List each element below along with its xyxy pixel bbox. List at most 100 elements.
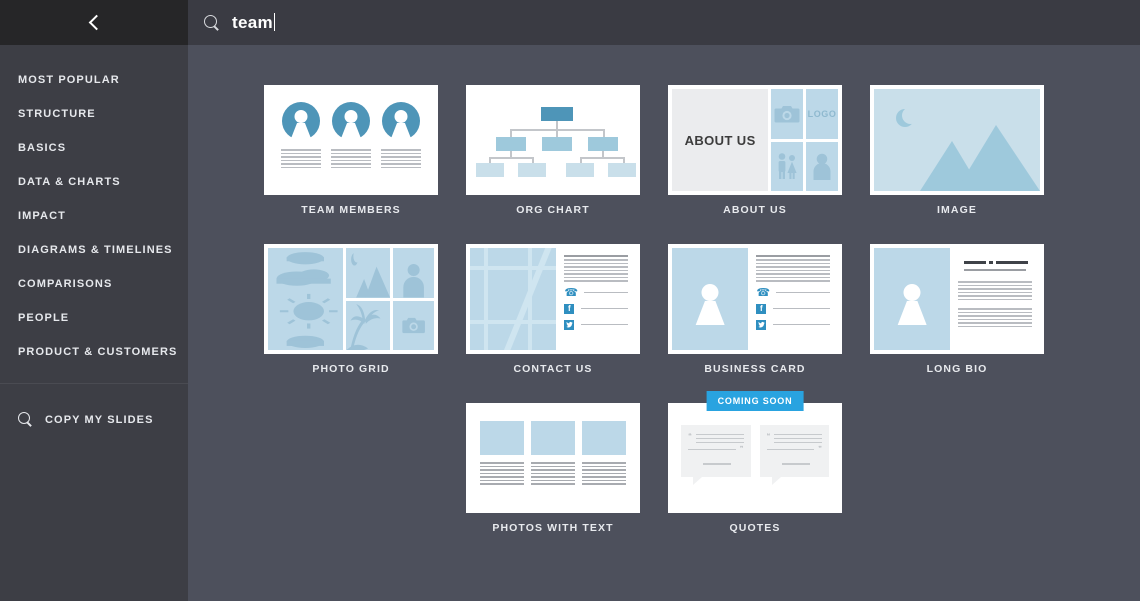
copy-my-slides-button[interactable]: COPY MY SLIDES <box>0 384 188 427</box>
text-lines <box>695 433 744 444</box>
template-card-contact-us[interactable]: ☎ f CONTACT US <box>466 244 640 375</box>
contact-row-twitter <box>564 319 628 330</box>
sidebar-item-diagrams-and-timelines[interactable]: DIAGRAMS & TIMELINES <box>0 233 188 267</box>
card-thumbnail[interactable] <box>264 85 438 195</box>
org-node-mid <box>496 137 526 151</box>
photo-cell-person <box>392 248 434 298</box>
card-thumbnail[interactable] <box>870 244 1044 354</box>
sidebar-item-most-popular[interactable]: MOST POPULAR <box>0 63 188 97</box>
quote-close-icon: ❞ <box>739 446 744 454</box>
text-lines <box>531 462 575 485</box>
bubble-tail <box>771 477 781 486</box>
text-lines <box>781 463 810 465</box>
text-lines <box>331 149 371 168</box>
sidebar-nav-list: MOST POPULAR STRUCTURE BASICS DATA & CHA… <box>0 45 188 369</box>
template-card-image[interactable]: IMAGE <box>870 85 1044 216</box>
quote-close-icon: ❞ <box>818 446 822 454</box>
template-card-team-members[interactable]: TEAM MEMBERS <box>264 85 438 216</box>
sidebar-item-basics[interactable]: BASICS <box>0 131 188 165</box>
team-members-illustration <box>268 89 434 191</box>
org-node-mid <box>588 137 618 151</box>
card-thumbnail[interactable] <box>870 85 1044 195</box>
avatar-icon <box>688 459 698 471</box>
card-thumbnail[interactable]: ☎ f <box>466 244 640 354</box>
map-pin-icon <box>498 284 516 308</box>
org-node-leaf <box>476 163 504 177</box>
business-info-panel: ☎ f <box>748 248 838 350</box>
quote-bubble: ❝ ❞ <box>681 425 751 509</box>
card-thumbnail[interactable] <box>466 403 640 513</box>
template-card-business-card[interactable]: ☎ f BUSINESS CARD <box>668 244 842 375</box>
sidebar-item-structure[interactable]: STRUCTURE <box>0 97 188 131</box>
logo-placeholder: LOGO <box>806 89 838 139</box>
card-label: LONG BIO <box>926 363 988 375</box>
sidebar-item-comparisons[interactable]: COMPARISONS <box>0 267 188 301</box>
template-card-long-bio[interactable]: LONG BIO <box>870 244 1044 375</box>
template-card-photos-with-text[interactable]: PHOTOS WITH TEXT <box>466 403 640 534</box>
sidebar-item-product-and-customers[interactable]: PRODUCT & CUSTOMERS <box>0 335 188 369</box>
facebook-icon: f <box>756 303 767 314</box>
template-gallery: TEAM MEMBERS ORG CHART ABOUT US LOGO ABO… <box>188 45 1140 601</box>
text-lines <box>582 462 626 485</box>
sidebar-item-impact[interactable]: IMPACT <box>0 199 188 233</box>
avatar-panel <box>874 248 951 350</box>
template-grid: TEAM MEMBERS ORG CHART ABOUT US LOGO ABO… <box>264 85 1064 534</box>
text-lines <box>958 308 1032 327</box>
search-input[interactable]: team <box>232 12 276 33</box>
sidebar-item-data-and-charts[interactable]: DATA & CHARTS <box>0 165 188 199</box>
card-thumbnail[interactable] <box>264 244 438 354</box>
search-icon <box>18 412 33 427</box>
photo-cell-palm <box>345 300 390 350</box>
sidebar-back-button[interactable] <box>0 0 188 45</box>
search-value: team <box>232 12 273 32</box>
topbar: team <box>188 0 1140 45</box>
twitter-icon <box>564 319 575 330</box>
text-lines <box>958 281 1032 300</box>
org-chart-illustration <box>470 89 636 191</box>
camera-glyph <box>402 317 425 333</box>
org-node-leaf <box>518 163 546 177</box>
sidebar-item-people[interactable]: PEOPLE <box>0 301 188 335</box>
search-field[interactable]: team <box>204 12 276 33</box>
about-us-text-panel: ABOUT US <box>672 89 769 191</box>
text-lines <box>381 149 421 168</box>
org-node-leaf <box>608 163 636 177</box>
twitter-icon <box>756 319 767 330</box>
avatar-icon <box>684 273 736 325</box>
card-label: CONTACT US <box>513 363 593 375</box>
avatar-icon <box>382 102 420 141</box>
card-label: QUOTES <box>729 522 781 534</box>
logo-text: LOGO <box>807 108 837 119</box>
template-card-quotes[interactable]: COMING SOON ❝ ❞ ❝ ❞ QUOTES <box>668 391 842 534</box>
card-label: TEAM MEMBERS <box>301 204 401 216</box>
card-thumbnail[interactable]: COMING SOON ❝ ❞ ❝ ❞ <box>668 391 842 513</box>
bubble-tail <box>693 477 702 486</box>
photo-placeholder <box>531 421 575 455</box>
quote-author <box>688 459 744 471</box>
palm-tree-glyph <box>345 303 381 350</box>
app-root: MOST POPULAR STRUCTURE BASICS DATA & CHA… <box>0 0 1140 601</box>
avatar-icon <box>886 273 938 325</box>
text-lines <box>703 463 731 465</box>
card-thumbnail[interactable] <box>466 85 640 195</box>
template-card-photo-grid[interactable]: PHOTO GRID <box>264 244 438 375</box>
card-label: PHOTOS WITH TEXT <box>492 522 614 534</box>
quote-open-icon: ❝ <box>688 433 692 440</box>
quotes-illustration: ❝ ❞ ❝ ❞ <box>672 407 838 509</box>
people-pair-icon <box>771 141 804 191</box>
text-lines <box>774 433 822 444</box>
contact-info-panel: ☎ f <box>556 248 636 350</box>
card-thumbnail[interactable]: ☎ f <box>668 244 842 354</box>
photo-placeholder <box>582 421 626 455</box>
card-label: BUSINESS CARD <box>704 363 806 375</box>
card-thumbnail[interactable]: ABOUT US LOGO <box>668 85 842 195</box>
template-card-org-chart[interactable]: ORG CHART <box>466 85 640 216</box>
template-card-about-us[interactable]: ABOUT US LOGO ABOUT US <box>668 85 842 216</box>
photo-placeholder <box>480 421 524 455</box>
business-card-illustration: ☎ f <box>672 248 838 350</box>
text-cursor <box>273 12 276 31</box>
contact-us-illustration: ☎ f <box>470 248 636 350</box>
contact-row-phone: ☎ <box>756 287 830 298</box>
title-lines <box>964 261 1032 264</box>
people-pair-glyph <box>778 153 797 180</box>
